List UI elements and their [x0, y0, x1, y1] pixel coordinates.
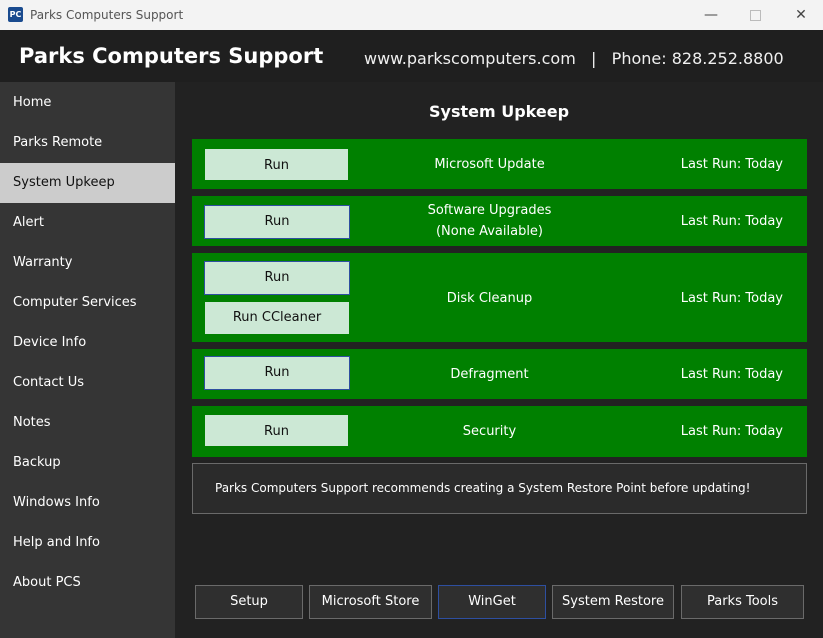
task-last-run: Last Run: Today	[680, 157, 783, 172]
sidebar-item-device-info[interactable]: Device Info	[0, 323, 175, 363]
task-last-run: Last Run: Today	[680, 367, 783, 382]
sidebar: Home Parks Remote System Upkeep Alert Wa…	[0, 82, 175, 638]
system-restore-button[interactable]: System Restore	[552, 585, 674, 619]
task-row-security: Run Security Last Run: Today	[192, 406, 807, 457]
sidebar-item-system-upkeep[interactable]: System Upkeep	[0, 163, 175, 203]
sidebar-item-notes[interactable]: Notes	[0, 403, 175, 443]
task-subtitle: (None Available)	[435, 224, 544, 239]
sidebar-item-backup[interactable]: Backup	[0, 443, 175, 483]
sidebar-item-about-pcs[interactable]: About PCS	[0, 563, 175, 603]
run-defragment-button[interactable]: Run	[204, 356, 350, 390]
sidebar-item-contact-us[interactable]: Contact Us	[0, 363, 175, 403]
maximize-icon	[749, 9, 761, 21]
task-row-defragment: Run Defragment Last Run: Today	[192, 349, 807, 399]
main-panel: System Upkeep Run Microsoft Update Last …	[175, 82, 823, 638]
task-name: Microsoft Update	[434, 157, 545, 172]
page-title: System Upkeep	[428, 102, 570, 121]
close-button[interactable]: ✕	[786, 4, 816, 26]
task-row-software-upgrades: Run Software Upgrades (None Available) L…	[192, 196, 807, 246]
restore-point-note: Parks Computers Support recommends creat…	[192, 463, 807, 514]
task-row-microsoft-update: Run Microsoft Update Last Run: Today	[192, 139, 807, 189]
task-name: Disk Cleanup	[446, 291, 533, 306]
minimize-button[interactable]: —	[696, 4, 726, 26]
window-title: Parks Computers Support	[30, 8, 184, 22]
task-name: Security	[462, 424, 517, 439]
task-last-run: Last Run: Today	[680, 214, 783, 229]
task-name: Software Upgrades	[427, 203, 552, 218]
microsoft-store-button[interactable]: Microsoft Store	[309, 585, 432, 619]
sidebar-item-parks-remote[interactable]: Parks Remote	[0, 123, 175, 163]
run-microsoft-update-button[interactable]: Run	[205, 149, 348, 180]
sidebar-item-warranty[interactable]: Warranty	[0, 243, 175, 283]
maximize-button[interactable]	[740, 4, 770, 26]
brand-title: Parks Computers Support	[19, 44, 324, 68]
run-disk-cleanup-button[interactable]: Run	[204, 261, 350, 295]
sidebar-item-home[interactable]: Home	[0, 83, 175, 123]
sidebar-item-alert[interactable]: Alert	[0, 203, 175, 243]
sidebar-item-windows-info[interactable]: Windows Info	[0, 483, 175, 523]
run-ccleaner-button[interactable]: Run CCleaner	[205, 302, 349, 334]
window-titlebar: PC Parks Computers Support — ✕	[0, 0, 823, 30]
app-header: Parks Computers Support www.parkscompute…	[0, 30, 823, 82]
contact-info: www.parkscomputers.com | Phone: 828.252.…	[364, 49, 784, 68]
setup-button[interactable]: Setup	[195, 585, 303, 619]
parks-tools-button[interactable]: Parks Tools	[681, 585, 804, 619]
run-software-upgrades-button[interactable]: Run	[204, 205, 350, 239]
task-last-run: Last Run: Today	[680, 291, 783, 306]
task-row-disk-cleanup: Run Run CCleaner Disk Cleanup Last Run: …	[192, 253, 807, 342]
sidebar-item-help-and-info[interactable]: Help and Info	[0, 523, 175, 563]
task-name: Defragment	[450, 367, 529, 382]
task-last-run: Last Run: Today	[680, 424, 783, 439]
app-icon: PC	[8, 7, 23, 22]
sidebar-item-computer-services[interactable]: Computer Services	[0, 283, 175, 323]
run-security-button[interactable]: Run	[205, 415, 348, 446]
winget-button[interactable]: WinGet	[438, 585, 546, 619]
